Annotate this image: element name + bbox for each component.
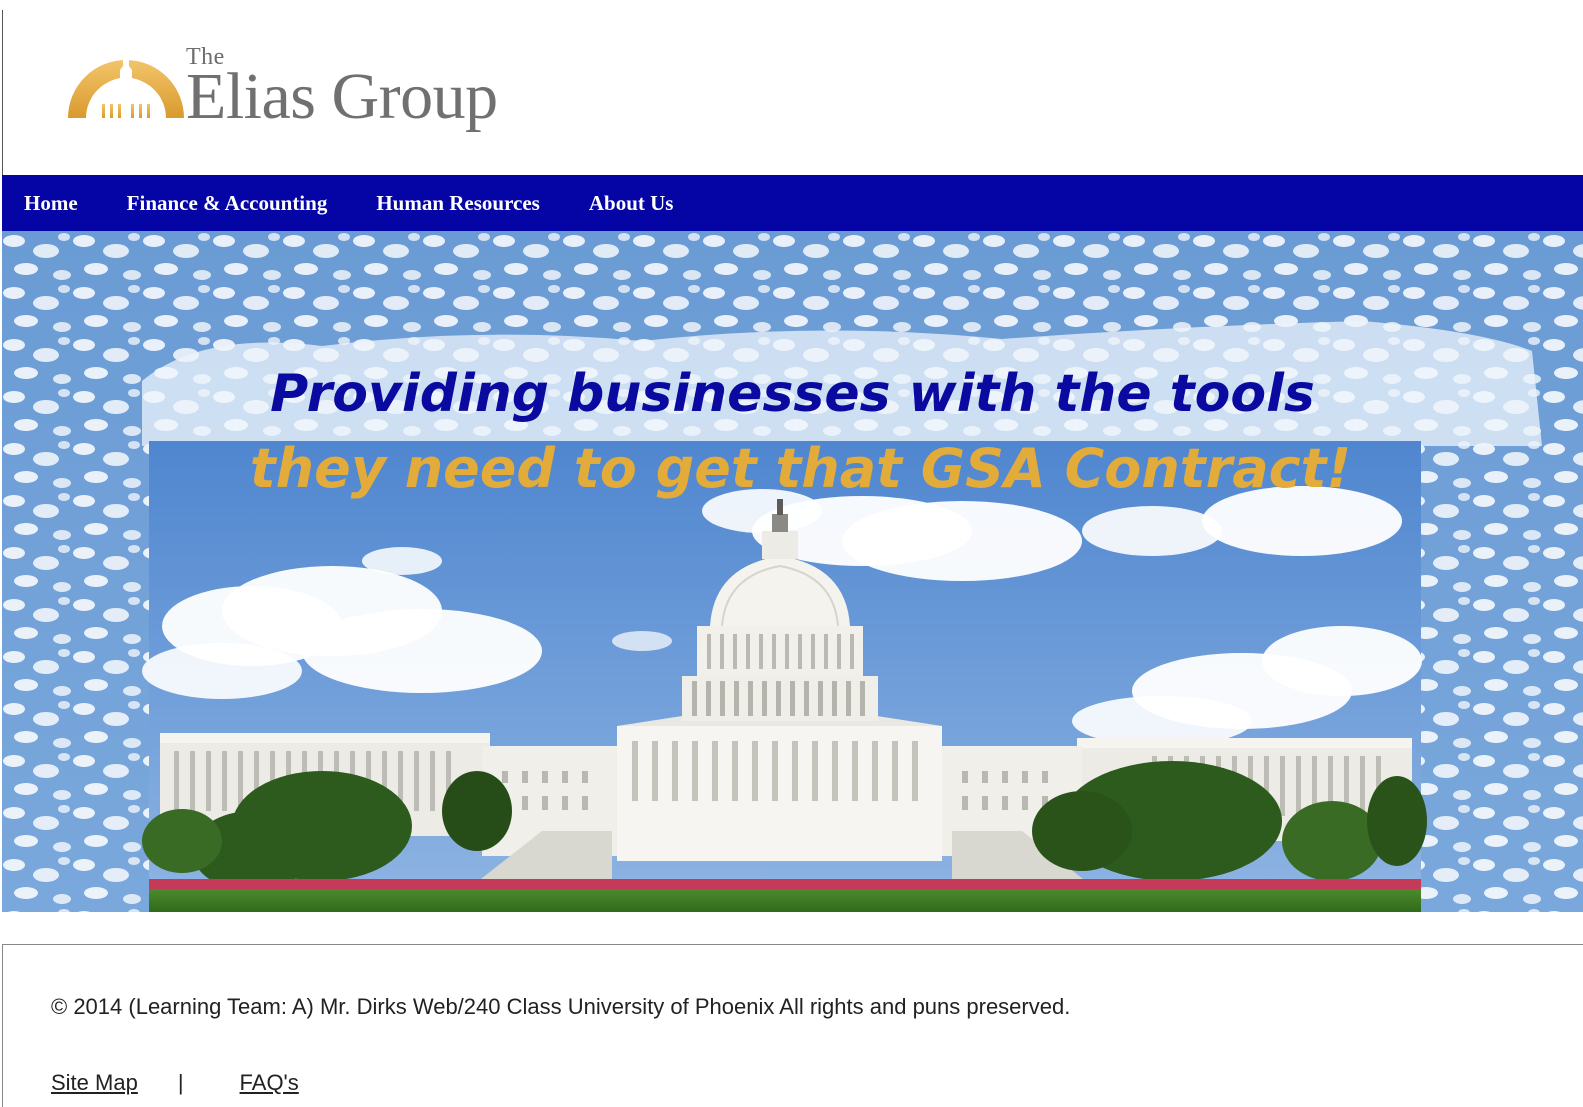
- page: The Elias Group Home Finance & Accountin…: [0, 0, 1583, 1107]
- hero-image: [2, 231, 1583, 912]
- footer-links: Site Map | FAQ's: [51, 1070, 299, 1096]
- nav-human-resources[interactable]: Human Resources: [376, 191, 540, 216]
- hero-banner: Providing businesses with the tools they…: [2, 231, 1583, 912]
- footer-left-border: [2, 944, 3, 1107]
- hero-headline-line2: they need to get that GSA Contract!: [249, 437, 1352, 500]
- nav-home[interactable]: Home: [24, 191, 78, 216]
- footer-divider: [2, 944, 1583, 945]
- faq-link[interactable]: FAQ's: [240, 1070, 299, 1096]
- footer-separator: |: [177, 1070, 184, 1095]
- copyright-text: © 2014 (Learning Team: A) Mr. Dirks Web/…: [51, 994, 1071, 1019]
- logo[interactable]: The Elias Group: [66, 40, 586, 140]
- hero-headline-line1: Providing businesses with the tools: [270, 364, 1315, 424]
- site-header: The Elias Group: [0, 0, 1583, 175]
- logo-name-text: Elias Group: [186, 60, 498, 133]
- nav-about-us[interactable]: About Us: [589, 191, 674, 216]
- main-nav: Home Finance & Accounting Human Resource…: [2, 175, 1583, 231]
- capitol-dome-icon: [68, 50, 184, 118]
- site-map-link[interactable]: Site Map: [51, 1070, 138, 1096]
- nav-finance-accounting[interactable]: Finance & Accounting: [127, 191, 328, 216]
